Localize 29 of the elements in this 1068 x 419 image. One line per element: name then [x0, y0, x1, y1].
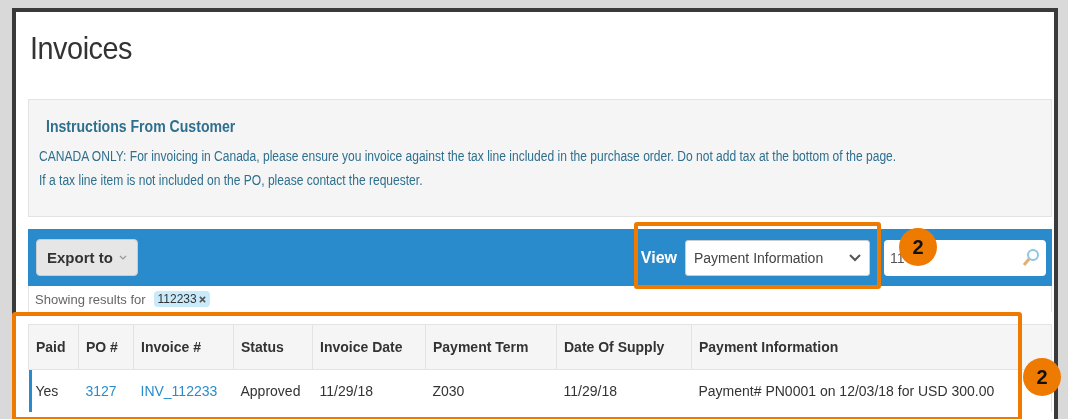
column-header[interactable]: Payment Information — [691, 324, 1052, 370]
column-header[interactable]: Paid — [28, 324, 79, 370]
instructions-text: If a tax line item is not included on the PO, please contact the requester. — [39, 171, 423, 190]
instructions-heading: Instructions From Customer — [46, 118, 236, 136]
filter-tag[interactable]: 112233 — [153, 291, 210, 307]
page-title: Invoices — [30, 30, 133, 68]
table-cell: Z030 — [432, 383, 465, 399]
table-cell: 11/29/18 — [563, 383, 617, 399]
column-header[interactable]: Invoice # — [133, 324, 234, 370]
column-header[interactable]: Status — [233, 324, 313, 370]
caret-icon — [118, 254, 127, 261]
column-header[interactable]: Payment Term — [425, 324, 557, 370]
filter-label: Showing results for — [35, 291, 146, 307]
column-header[interactable]: Date Of Supply — [556, 324, 692, 370]
close-icon — [198, 295, 206, 303]
table-link[interactable]: 3127 — [85, 383, 117, 399]
table-cell: Payment# PN0001 on 12/03/18 for USD 300.00 — [698, 383, 995, 399]
column-header[interactable]: PO # — [78, 324, 134, 370]
instructions-text: CANADA ONLY: For invoicing in Canada, please ensure you invoice against the tax line included in the purchase order. Do not add tax at the bottom of the page. — [39, 147, 897, 166]
chevron-icon — [849, 253, 861, 262]
table-cell: 11/29/18 — [319, 383, 373, 399]
column-header[interactable]: Invoice Date — [312, 324, 426, 370]
view-select[interactable]: Payment Information — [685, 239, 870, 276]
search-icon — [1022, 247, 1040, 268]
table-cell: Approved — [240, 383, 301, 399]
export-button[interactable]: Export to — [36, 239, 138, 276]
table-link[interactable]: INV_112233 — [140, 383, 218, 399]
view-label: View — [640, 248, 677, 267]
table-cell: Yes — [35, 383, 59, 399]
